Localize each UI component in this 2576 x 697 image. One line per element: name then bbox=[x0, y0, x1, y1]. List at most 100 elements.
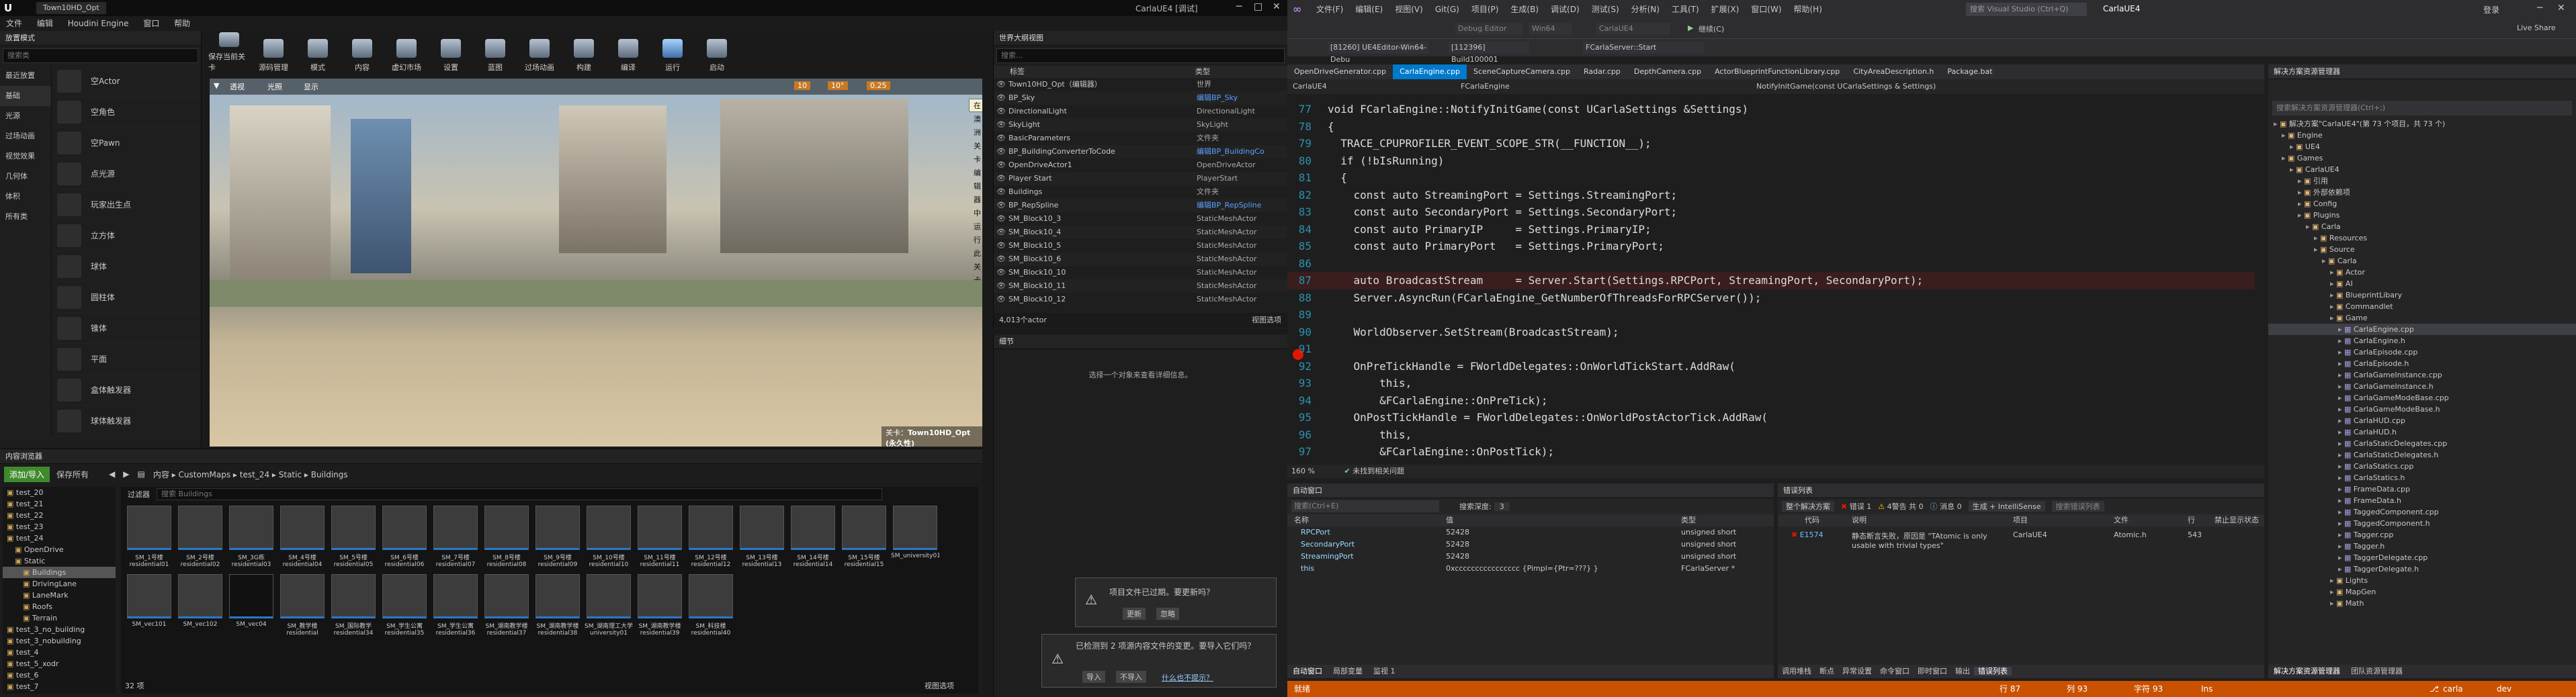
build-filter-dropdown[interactable]: 生成 + IntelliSense bbox=[1968, 501, 2045, 512]
update-button[interactable]: 更新 bbox=[1123, 608, 1146, 620]
asset-view-options[interactable]: 视图选项 bbox=[925, 680, 954, 691]
immediate-window-tab[interactable]: 即时窗口 bbox=[1914, 667, 1951, 676]
continue-icon[interactable]: ▶ bbox=[1688, 24, 1693, 32]
menu-item[interactable]: 生成(B) bbox=[1504, 2, 1545, 17]
asset-tile[interactable]: SM_9号楼residential09 bbox=[533, 506, 582, 569]
se-tree-item[interactable]: ▸ ▣ MapGen bbox=[2268, 586, 2576, 598]
build-button[interactable]: 构建 bbox=[563, 32, 605, 73]
scale-snap-value[interactable]: 0.25 bbox=[867, 81, 890, 90]
status-repo[interactable]: dev bbox=[2497, 681, 2511, 697]
login-button[interactable]: 登录 bbox=[2483, 4, 2499, 15]
se-tree-item[interactable]: ▸ ▦ CarlaEngine.cpp bbox=[2268, 324, 2576, 335]
se-tree-item[interactable]: ▸ ▣ BlueprintLibary bbox=[2268, 289, 2576, 301]
place-object[interactable]: 玩家出生点 bbox=[52, 189, 201, 220]
outliner-search-input[interactable]: 搜索... bbox=[996, 48, 1285, 63]
asset-tile[interactable]: SM_7号楼residential07 bbox=[431, 506, 480, 569]
menu-window[interactable]: 窗口 bbox=[137, 16, 165, 31]
outliner-row[interactable]: 👁 SM_Block10_12 StaticMeshActor bbox=[994, 293, 1287, 306]
thread-dropdown[interactable]: [112396] Build100001 bbox=[1449, 42, 1529, 64]
source-control-button[interactable]: 源码管理 bbox=[253, 32, 294, 73]
type-column[interactable]: 类型 bbox=[1681, 514, 1696, 526]
place-object[interactable]: 锥体 bbox=[52, 313, 201, 344]
perspective-button[interactable]: 透视 bbox=[230, 81, 245, 92]
breadcrumb-item[interactable]: Buildings bbox=[311, 470, 348, 479]
solution-explorer-tab[interactable]: 解决方案资源管理器 bbox=[2268, 667, 2346, 676]
se-tree-item[interactable]: ▸ ▦ CarlaGameInstance.cpp bbox=[2268, 369, 2576, 381]
category-item[interactable]: 所有类 bbox=[0, 207, 51, 227]
menu-item[interactable]: 文件(F) bbox=[1310, 2, 1349, 17]
folder-item[interactable]: ▣ Roofs bbox=[3, 601, 116, 612]
minimize-icon[interactable]: ─ bbox=[2537, 3, 2542, 13]
error-filter-button[interactable]: ✖ 错误 1 bbox=[1841, 501, 1871, 512]
place-object[interactable]: 球体 bbox=[52, 251, 201, 282]
outliner-row[interactable]: 👁 Buildings 文件夹 bbox=[994, 185, 1287, 199]
visibility-eye-icon[interactable]: 👁 bbox=[994, 78, 1008, 91]
place-object[interactable]: 空Actor bbox=[52, 66, 201, 97]
se-tree-item[interactable]: ▸ ▦ CarlaHUD.cpp bbox=[2268, 415, 2576, 426]
folder-item[interactable]: ▣ test_23 bbox=[3, 521, 116, 532]
breadcrumb-item[interactable]: Static bbox=[279, 470, 302, 479]
asset-tile[interactable]: SM_vec04 bbox=[227, 574, 275, 637]
outliner-row[interactable]: 👁 BP_Sky 编辑BP_Sky bbox=[994, 91, 1287, 105]
outliner-row[interactable]: 👁 SM_Block10_6 StaticMeshActor bbox=[994, 252, 1287, 266]
autos-row[interactable]: SecondaryPort 52428 unsigned short bbox=[1287, 539, 1774, 551]
line-column[interactable]: 行 bbox=[2188, 514, 2215, 526]
se-tree-item[interactable]: ▸ ▦ TaggerDelegate.cpp bbox=[2268, 552, 2576, 563]
se-tree-item[interactable]: ▸ ▦ CarlaGameModeBase.cpp bbox=[2268, 392, 2576, 404]
asset-tile[interactable]: SM_教学楼residential bbox=[278, 574, 327, 637]
compile-button[interactable]: 编译 bbox=[607, 32, 649, 73]
visibility-eye-icon[interactable]: 👁 bbox=[994, 212, 1008, 226]
menu-file[interactable]: 文件 bbox=[0, 16, 28, 31]
asset-tile[interactable]: SM_11号楼residential11 bbox=[636, 506, 684, 569]
startup-project-dropdown[interactable]: CarlaUE4 bbox=[1596, 23, 1670, 35]
folder-item[interactable]: ▣ Terrain bbox=[3, 612, 116, 624]
watch-tab[interactable]: 监视 1 bbox=[1368, 667, 1401, 676]
file-tab[interactable]: CityAreaDescription.h bbox=[1846, 64, 1940, 79]
warning-filter-button[interactable]: ⚠ 4警告 共 0 bbox=[1878, 501, 1923, 512]
asset-search-input[interactable]: 搜索 Buildings bbox=[157, 488, 882, 500]
menu-edit[interactable]: 编辑 bbox=[31, 16, 59, 31]
visibility-eye-icon[interactable]: 👁 bbox=[994, 252, 1008, 266]
se-tree-item[interactable]: ▸ ▣ Actor bbox=[2268, 267, 2576, 278]
status-branch[interactable]: carla bbox=[2443, 681, 2463, 697]
command-window-tab[interactable]: 命令窗口 bbox=[1876, 667, 1914, 676]
breadcrumb-item[interactable]: test_24 bbox=[240, 470, 269, 479]
settings-button[interactable]: 设置 bbox=[430, 32, 472, 73]
code-area[interactable]: 77 void FCarlaEngine::NotifyInitGame(cons… bbox=[1287, 101, 2255, 463]
forward-icon[interactable]: ▶ bbox=[123, 469, 129, 479]
call-stack-tab[interactable]: 调用堆栈 bbox=[1778, 667, 1815, 676]
place-object[interactable]: 点光源 bbox=[52, 158, 201, 189]
folder-item[interactable]: ▣ test_20 bbox=[3, 487, 116, 498]
grid-snap-value[interactable]: 10 bbox=[794, 81, 810, 90]
outliner-row[interactable]: 👁 BasicParameters 文件夹 bbox=[994, 132, 1287, 145]
folder-item[interactable]: ▣ DrivingLane bbox=[3, 578, 116, 590]
minimize-icon[interactable]: ─ bbox=[1236, 1, 1242, 12]
visibility-eye-icon[interactable]: 👁 bbox=[994, 266, 1008, 279]
se-tree-item[interactable]: ▸ ▣ Source bbox=[2268, 244, 2576, 255]
asset-tile[interactable]: SM_湖南教学楼residential38 bbox=[533, 574, 582, 637]
file-tab[interactable]: SceneCaptureCamera.cpp bbox=[1467, 64, 1577, 79]
se-tree-item[interactable]: ▸ ▦ CarlaGameModeBase.h bbox=[2268, 404, 2576, 415]
visibility-eye-icon[interactable]: 👁 bbox=[994, 105, 1008, 118]
class-nav-dropdown[interactable]: FCarlaEngine bbox=[1455, 79, 1751, 94]
visibility-eye-icon[interactable]: 👁 bbox=[994, 118, 1008, 132]
output-tab[interactable]: 输出 bbox=[1951, 667, 1974, 676]
menu-item[interactable]: 测试(S) bbox=[1586, 2, 1625, 17]
place-object[interactable]: 球体触发器 bbox=[52, 406, 201, 436]
menu-item[interactable]: 调试(D) bbox=[1545, 2, 1586, 17]
zoom-level[interactable]: 160 % bbox=[1287, 467, 1315, 475]
folder-item[interactable]: ▣ test_3_no_building bbox=[3, 624, 116, 635]
folder-item[interactable]: ▣ test_5_xodr bbox=[3, 658, 116, 669]
se-tree-item[interactable]: ▸ ▣ Carla bbox=[2268, 221, 2576, 232]
suppress-column[interactable]: 禁止显示状态 bbox=[2215, 514, 2259, 526]
asset-tile[interactable]: SM_学生公寓residential36 bbox=[431, 574, 480, 637]
se-tree-item[interactable]: ▸ ▦ CarlaStatics.h bbox=[2268, 472, 2576, 483]
visibility-eye-icon[interactable]: 👁 bbox=[994, 158, 1008, 172]
asset-tile[interactable]: SM_3G栋residential03 bbox=[227, 506, 275, 569]
file-tab[interactable]: Package.bat bbox=[1940, 64, 1999, 79]
visibility-eye-icon[interactable]: 👁 bbox=[994, 199, 1008, 212]
outliner-row[interactable]: 👁 Player Start PlayerStart bbox=[994, 172, 1287, 185]
se-tree-item[interactable]: ▸ ▦ CarlaEpisode.cpp bbox=[2268, 346, 2576, 358]
menu-item[interactable]: 工具(T) bbox=[1666, 2, 1705, 17]
autos-row[interactable]: StreamingPort 52428 unsigned short bbox=[1287, 551, 1774, 563]
